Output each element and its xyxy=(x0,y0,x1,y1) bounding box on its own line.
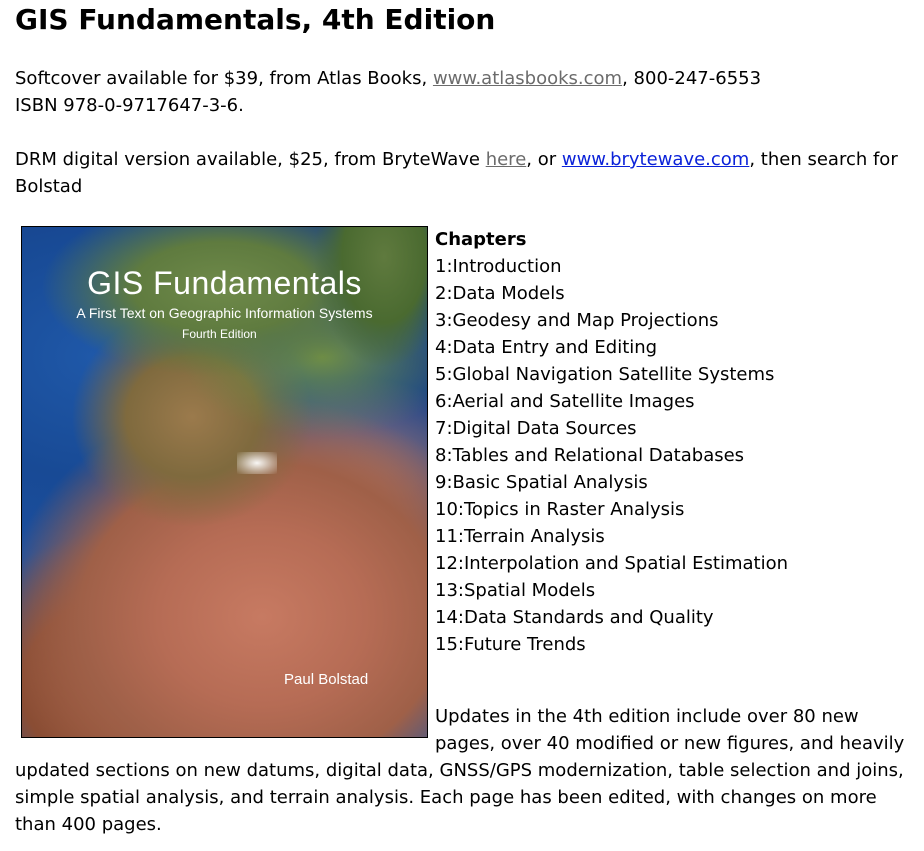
page-title: GIS Fundamentals, 4th Edition xyxy=(15,3,496,36)
cover-title: GIS Fundamentals xyxy=(87,265,362,301)
page-content: GIS Fundamentals, 4th Edition Softcover … xyxy=(15,0,915,838)
isbn-text: ISBN 978-0-9717647-3-6. xyxy=(15,95,244,116)
digital-info: DRM digital version available, $25, from… xyxy=(15,146,915,200)
softcover-info: Softcover available for $39, from Atlas … xyxy=(15,65,915,119)
brytewave-here-link[interactable]: here xyxy=(486,149,527,170)
softcover-text: Softcover available for $39, from Atlas … xyxy=(15,68,433,89)
cover-cloud xyxy=(237,452,277,474)
brytewave-link[interactable]: www.brytewave.com xyxy=(562,149,750,170)
digital-or-text: , or xyxy=(526,149,562,170)
softcover-phone: , 800-247-6553 xyxy=(622,68,762,89)
atlasbooks-link[interactable]: www.atlasbooks.com xyxy=(433,68,622,89)
digital-text: DRM digital version available, $25, from… xyxy=(15,149,486,170)
book-cover-image: GIS Fundamentals A First Text on Geograp… xyxy=(21,226,428,738)
cover-edition: Fourth Edition xyxy=(182,327,257,341)
cover-author: Paul Bolstad xyxy=(284,671,369,688)
cover-subtitle: A First Text on Geographic Information S… xyxy=(76,305,373,321)
